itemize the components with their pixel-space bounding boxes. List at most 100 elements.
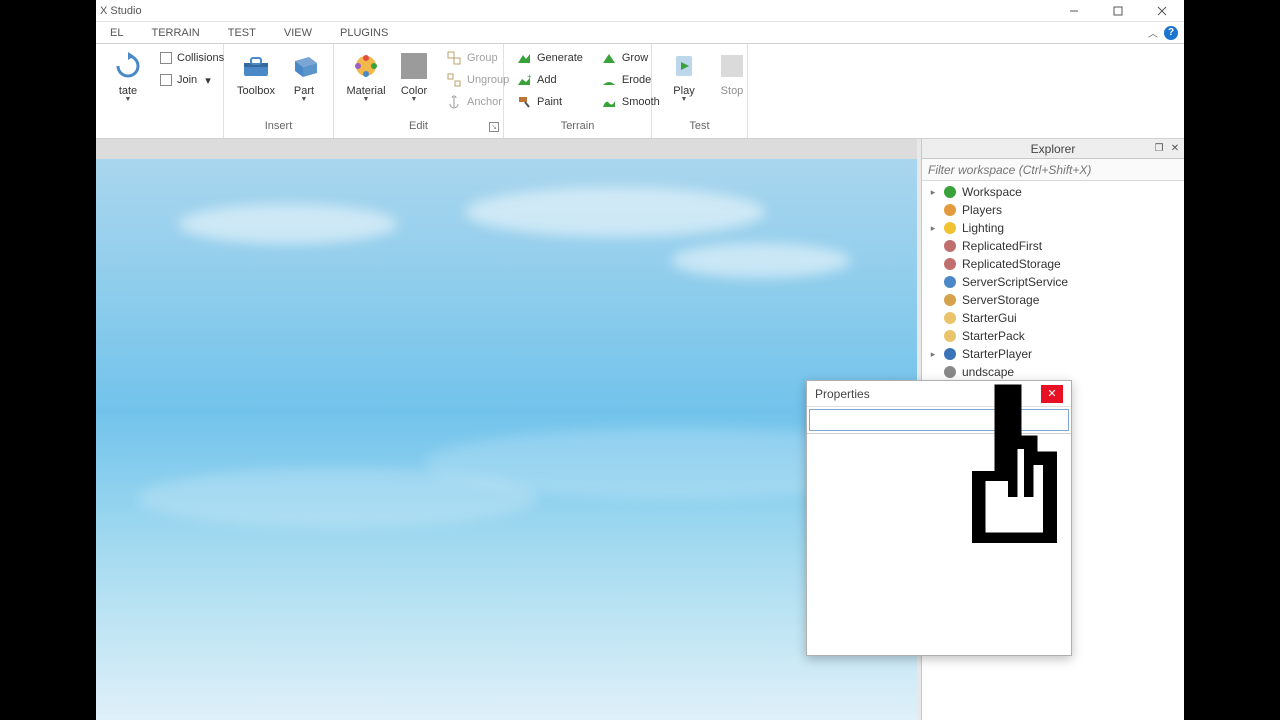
close-button[interactable] bbox=[1140, 0, 1184, 22]
gear-icon bbox=[942, 274, 958, 290]
explorer-filter[interactable] bbox=[922, 159, 1184, 181]
erode-icon bbox=[601, 72, 617, 88]
anchor-button[interactable]: Anchor bbox=[442, 92, 513, 112]
svg-text:+: + bbox=[527, 73, 531, 81]
color-button[interactable]: Color ▼ bbox=[390, 48, 438, 105]
tree-node[interactable]: ▸Lighting bbox=[922, 219, 1184, 237]
expand-icon[interactable]: ↘ bbox=[489, 122, 499, 132]
collapse-ribbon-icon[interactable]: ︿ bbox=[1148, 25, 1158, 40]
player-icon bbox=[942, 346, 958, 362]
people-icon bbox=[942, 202, 958, 218]
toolbox-button[interactable]: Toolbox bbox=[232, 48, 280, 99]
properties-filter-input[interactable] bbox=[809, 409, 1069, 431]
help-icon[interactable]: ? bbox=[1164, 26, 1178, 40]
join-toggle[interactable]: Join ▾ bbox=[156, 70, 228, 90]
stop-button[interactable]: Stop bbox=[708, 48, 756, 99]
checkbox-icon bbox=[160, 52, 172, 64]
group-button[interactable]: Group bbox=[442, 48, 513, 68]
tree-node[interactable]: ▸ StarterPlayer bbox=[922, 345, 1184, 363]
letterbox-right bbox=[1184, 0, 1280, 720]
expand-arrow-icon[interactable]: ▸ bbox=[928, 223, 938, 234]
checkbox-icon bbox=[160, 74, 172, 86]
tree-node[interactable]: ServerStorage bbox=[922, 291, 1184, 309]
properties-window[interactable]: Properties ✕ bbox=[806, 380, 1072, 656]
titlebar: X Studio bbox=[96, 0, 1184, 22]
part-button[interactable]: Part ▼ bbox=[280, 48, 328, 105]
tree-node[interactable]: StarterPack bbox=[922, 327, 1184, 345]
sky-background bbox=[96, 159, 917, 720]
tab-plugins[interactable]: PLUGINS bbox=[326, 22, 402, 43]
group-label-insert: Insert bbox=[224, 120, 333, 138]
ungroup-icon bbox=[446, 72, 462, 88]
chevron-down-icon: ▼ bbox=[301, 97, 308, 103]
explorer-header: Explorer ❐ ✕ bbox=[922, 139, 1184, 159]
chest-icon bbox=[942, 292, 958, 308]
tree-node[interactable]: ReplicatedStorage bbox=[922, 255, 1184, 273]
tree-node-label: undscape bbox=[962, 365, 1014, 379]
chevron-down-icon: ▾ bbox=[205, 74, 211, 87]
undock-icon[interactable]: ❐ bbox=[1152, 141, 1166, 155]
ungroup-button[interactable]: Ungroup bbox=[442, 70, 513, 90]
group-label-test: Test bbox=[652, 120, 747, 138]
viewport-tabstrip bbox=[96, 139, 917, 159]
tree-node[interactable]: ServerScriptService bbox=[922, 273, 1184, 291]
globe-icon bbox=[942, 184, 958, 200]
close-icon[interactable]: ✕ bbox=[1168, 141, 1182, 155]
chevron-down-icon: ▼ bbox=[411, 97, 418, 103]
properties-titlebar[interactable]: Properties ✕ bbox=[807, 381, 1071, 407]
tree-node-label: StarterPack bbox=[962, 329, 1025, 343]
play-button[interactable]: Play ▼ bbox=[660, 48, 708, 105]
tree-node-label: StarterGui bbox=[962, 311, 1017, 325]
tab-test[interactable]: TEST bbox=[214, 22, 270, 43]
expand-arrow-icon[interactable]: ▸ bbox=[928, 349, 938, 360]
terrain-add-button[interactable]: +Add bbox=[512, 70, 587, 90]
window-title: X Studio bbox=[100, 5, 142, 17]
properties-title: Properties bbox=[815, 387, 870, 401]
paint-icon bbox=[516, 94, 532, 110]
group-label-edit: Edit↘ bbox=[334, 120, 503, 138]
tree-node-label: ReplicatedStorage bbox=[962, 257, 1061, 271]
folder-icon bbox=[942, 328, 958, 344]
tree-node-label: Players bbox=[962, 203, 1002, 217]
letterbox-left bbox=[0, 0, 96, 720]
tree-node[interactable]: ▸ Workspace bbox=[922, 183, 1184, 201]
smooth-icon bbox=[601, 94, 617, 110]
viewport[interactable] bbox=[96, 139, 917, 720]
expand-arrow-icon[interactable]: ▸ bbox=[928, 187, 938, 198]
tree-node-label: ReplicatedFirst bbox=[962, 239, 1042, 253]
grow-icon bbox=[601, 50, 617, 66]
tree-node-label: Workspace bbox=[962, 185, 1022, 199]
minimize-button[interactable] bbox=[1052, 0, 1096, 22]
generate-icon bbox=[516, 50, 532, 66]
chevron-down-icon: ▼ bbox=[363, 97, 370, 103]
rotate-button[interactable]: tate ▼ bbox=[104, 48, 152, 105]
chevron-down-icon: ▼ bbox=[681, 97, 688, 103]
tree-node[interactable]: Players bbox=[922, 201, 1184, 219]
terrain-generate-button[interactable]: Generate bbox=[512, 48, 587, 68]
anchor-icon bbox=[446, 94, 462, 110]
properties-close-button[interactable]: ✕ bbox=[1041, 385, 1063, 403]
tree-node-label: ServerStorage bbox=[962, 293, 1039, 307]
tab-terrain[interactable]: TERRAIN bbox=[137, 22, 213, 43]
add-icon: + bbox=[516, 72, 532, 88]
tab-view[interactable]: VIEW bbox=[270, 22, 326, 43]
collisions-toggle[interactable]: Collisions bbox=[156, 48, 228, 68]
sound-icon bbox=[942, 364, 958, 380]
bulb-icon bbox=[942, 220, 958, 236]
group-label-terrain: Terrain bbox=[504, 120, 651, 138]
group-icon bbox=[446, 50, 462, 66]
tree-node[interactable]: StarterGui bbox=[922, 309, 1184, 327]
tree-node[interactable]: ReplicatedFirst bbox=[922, 237, 1184, 255]
app-window: X Studio EL TERRAIN TEST VIEW PLUGINS ︿ … bbox=[96, 0, 1184, 720]
box-icon bbox=[942, 256, 958, 272]
material-button[interactable]: Material ▼ bbox=[342, 48, 390, 105]
ribbon-tabs: EL TERRAIN TEST VIEW PLUGINS ︿ ? bbox=[96, 22, 1184, 44]
tree-node-label: StarterPlayer bbox=[962, 347, 1032, 361]
maximize-button[interactable] bbox=[1096, 0, 1140, 22]
tab-model[interactable]: EL bbox=[96, 22, 137, 43]
box-icon bbox=[942, 238, 958, 254]
filter-input[interactable] bbox=[922, 159, 1184, 180]
tree-node[interactable]: undscape bbox=[922, 363, 1184, 381]
folder-icon bbox=[942, 310, 958, 326]
terrain-paint-button[interactable]: Paint bbox=[512, 92, 587, 112]
